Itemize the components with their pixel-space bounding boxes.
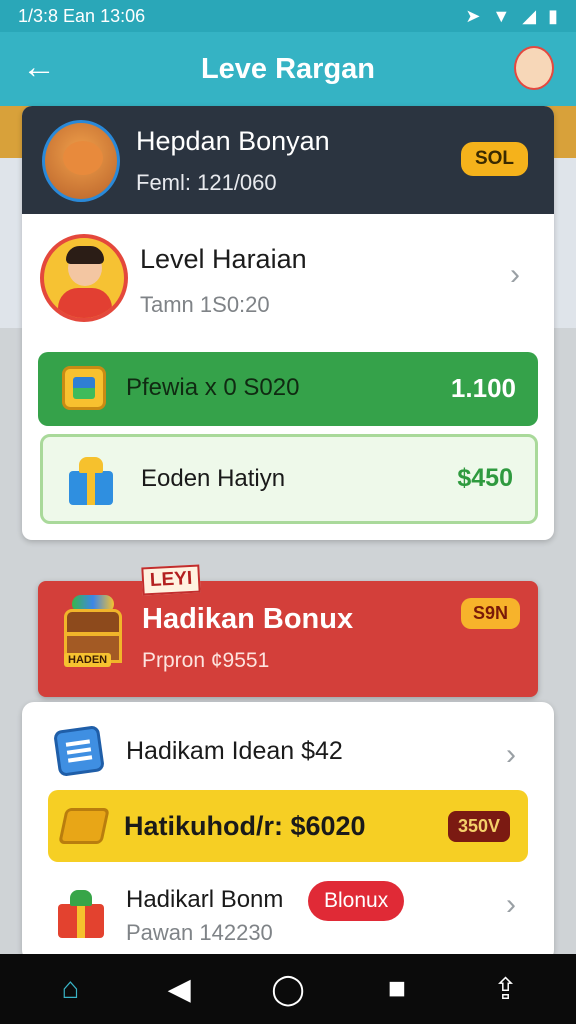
chest-label: HADEN	[64, 653, 112, 667]
bonus-sub: Prpron ¢9551	[142, 649, 270, 672]
list-item-label: Hadikarl Bonm	[126, 886, 284, 913]
header-name: Hepdan Bonyan	[136, 126, 330, 156]
chevron-right-icon: ›	[506, 888, 516, 921]
bonus-card[interactable]: HADEN Hadikan Bonux Prpron ¢9551 S9N	[38, 581, 538, 697]
card-header[interactable]: Hepdan Bonyan Feml: 121/060 SOL	[22, 106, 554, 214]
list-card: Hadikam Idean $42 › Hatikuhod/r: $6020 3…	[22, 702, 554, 962]
gold-bar-icon	[58, 808, 110, 844]
main-card: Hepdan Bonyan Feml: 121/060 SOL Level Ha…	[22, 106, 554, 540]
home-circle-icon[interactable]: ◯	[258, 959, 318, 1019]
treasure-chest-icon: HADEN	[62, 591, 124, 669]
mascot-icon	[42, 120, 120, 202]
system-nav-bar: ⌂ ◀ ◯ ■ ⇪	[0, 954, 576, 1024]
status-icons: ➤ ▼ ◢ ▮	[465, 6, 558, 27]
wifi-icon: ▼	[492, 5, 511, 26]
bonus-badge: S9N	[460, 598, 520, 629]
highlight-label: Hatikuhod/r: $6020	[124, 811, 366, 841]
battery-icon: ▮	[548, 5, 558, 26]
header-sub: Feml: 121/060	[136, 170, 277, 195]
share-icon[interactable]: ⇪	[476, 959, 536, 1019]
calculator-icon	[62, 366, 106, 410]
profile-avatar	[40, 234, 128, 322]
gift-box-icon	[65, 455, 117, 505]
profile-row[interactable]: Level Haraian Tamn 1S0:20 ›	[22, 214, 554, 324]
list-item[interactable]: Hadikarl Bonm Blonux Pawan 142230 ›	[22, 868, 554, 962]
green-reward-row[interactable]: Pfewia x 0 S020 1.100	[38, 352, 538, 426]
highlight-badge: 350V	[447, 811, 510, 842]
level-tag: LEYI	[141, 564, 201, 596]
green-row-label: Pfewia x 0 S020	[126, 374, 300, 401]
list-item-sub: Pawan 142230	[126, 920, 273, 945]
gift-row-label: Eoden Hatiyn	[141, 465, 286, 492]
app-bar: ← Leve Rargan	[0, 32, 576, 106]
chevron-right-icon: ›	[510, 258, 520, 291]
green-row-amount: 1.100	[450, 373, 516, 403]
profile-value: Tamn 1S0:20	[140, 292, 270, 317]
list-item[interactable]: Hadikam Idean $42 ›	[22, 702, 554, 790]
status-time: 1/3:8 Ean 13:06	[18, 5, 146, 26]
gift-row-amount: $450	[457, 464, 513, 492]
gift-row[interactable]: Eoden Hatiyn $450	[40, 434, 538, 524]
status-bar: 1/3:8 Ean 13:06 ➤ ▼ ◢ ▮	[0, 0, 576, 32]
bonus-pill-button[interactable]: Blonux	[308, 881, 405, 921]
highlight-list-item[interactable]: Hatikuhod/r: $6020 350V	[48, 790, 528, 862]
location-arrow-icon: ➤	[465, 5, 481, 26]
bonus-title: Hadikan Bonux	[142, 603, 354, 635]
wallet-icon	[53, 725, 105, 777]
back-triangle-icon[interactable]: ◀	[149, 959, 209, 1019]
signal-icon: ◢	[522, 5, 537, 26]
user-avatar[interactable]	[514, 46, 554, 90]
home-icon[interactable]: ⌂	[40, 959, 100, 1019]
recents-square-icon[interactable]: ■	[367, 959, 427, 1019]
profile-label: Level Haraian	[140, 244, 307, 274]
gift-box-icon	[56, 888, 106, 938]
back-arrow-icon[interactable]: ←	[22, 50, 56, 84]
chevron-right-icon: ›	[506, 738, 516, 771]
header-badge: SOL	[460, 142, 528, 176]
page-title: Leve Rargan	[200, 52, 376, 85]
list-item-label: Hadikam Idean $42	[126, 737, 343, 765]
